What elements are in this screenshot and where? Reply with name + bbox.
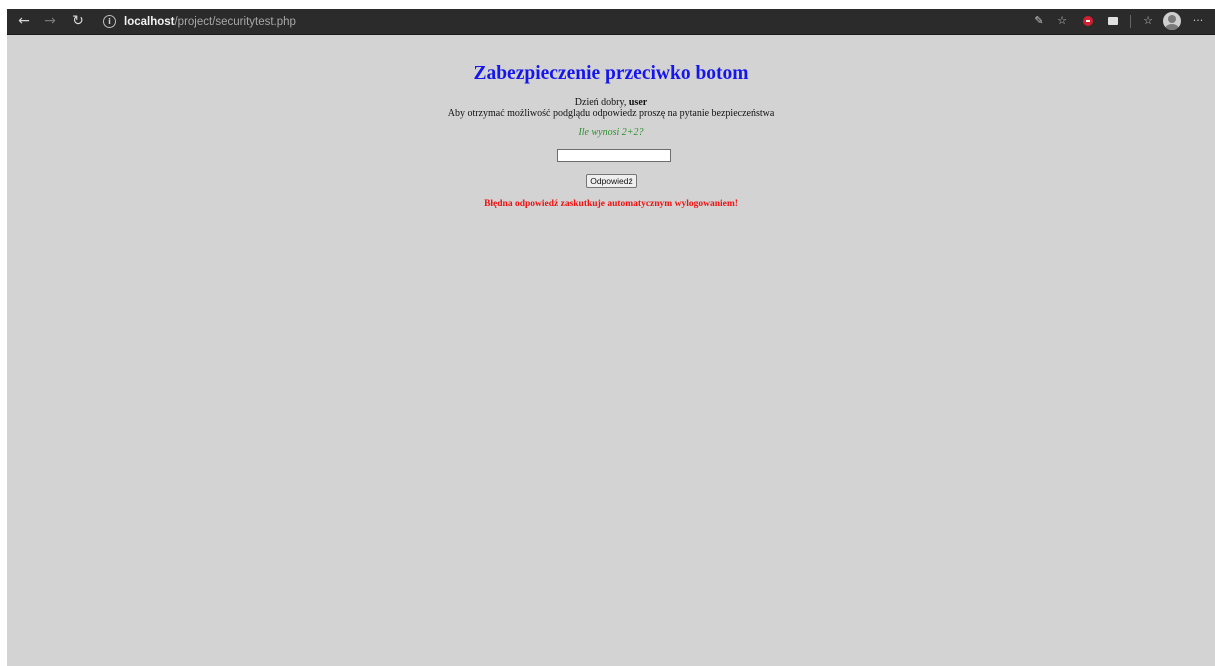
site-info-icon[interactable]: i [103, 15, 116, 28]
extension-mail-icon[interactable] [1108, 17, 1118, 25]
instruction-text: Aby otrzymać możliwość podglądu odpowied… [447, 108, 775, 119]
greeting-text: Dzień dobry, [574, 97, 629, 108]
refresh-icon[interactable]: ↻ [67, 11, 89, 31]
logout-warning: Błędna odpowiedź zaskutkuje automatyczny… [484, 199, 738, 209]
page-title: Zabezpieczenie przeciwko botom [473, 63, 749, 84]
url-path: /project/securitytest.php [174, 15, 296, 28]
browser-toolbar: ← → ↻ i localhost/project/securitytest.p… [7, 9, 1215, 35]
read-aloud-icon[interactable]: ✎ [1030, 12, 1048, 30]
security-question: Ile wynosi 2+2? [578, 127, 644, 138]
greeting-block: Dzień dobry, user Aby otrzymać możliwość… [7, 97, 1215, 119]
profile-icon[interactable] [1163, 12, 1181, 30]
answer-input[interactable] [557, 149, 671, 162]
favorite-add-icon[interactable]: ☆ [1053, 12, 1071, 30]
more-icon[interactable]: ··· [1189, 12, 1207, 30]
back-icon[interactable]: ← [13, 11, 35, 31]
forward-icon[interactable]: → [39, 11, 61, 31]
url-host: localhost [124, 15, 175, 28]
address-bar[interactable]: i localhost/project/securitytest.php [103, 12, 296, 31]
favorites-icon[interactable]: ☆ [1139, 12, 1157, 30]
toolbar-divider [1130, 15, 1131, 28]
submit-answer-button[interactable]: Odpowiedź [586, 174, 637, 188]
username: user [628, 97, 648, 108]
extension-red-icon[interactable] [1083, 16, 1093, 26]
browser-window: ← → ↻ i localhost/project/securitytest.p… [7, 9, 1215, 666]
